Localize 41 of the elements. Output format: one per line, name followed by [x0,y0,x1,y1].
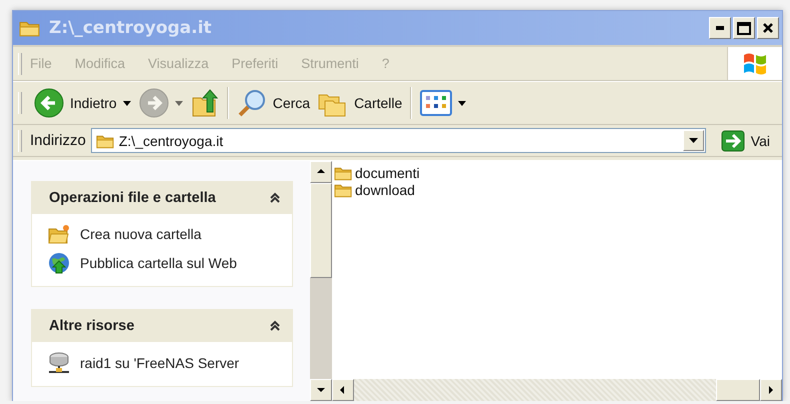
task-link[interactable]: Pubblica cartella sul Web [80,255,237,271]
panel-title: Altre risorse [49,318,134,334]
search-button[interactable]: Cerca [232,86,314,120]
folder-icon [334,182,353,198]
close-icon [762,22,774,34]
minimize-button[interactable] [709,17,731,39]
views-icon [420,90,452,116]
maximize-button[interactable] [733,17,755,39]
maximize-icon [737,22,751,34]
folder-icon [96,133,115,149]
folders-button[interactable]: Cartelle [314,86,406,120]
horizontal-scrollbar[interactable] [332,379,782,401]
network-drive-icon [47,352,71,374]
caret-icon [174,100,183,106]
address-label: Indirizzo [30,132,86,149]
go-button[interactable]: Vai [710,130,774,152]
folder-name[interactable]: download [355,182,415,198]
scrollbar-thumb[interactable] [310,183,332,278]
address-field[interactable]: Z:\_centroyoga.it [90,128,706,153]
task-link[interactable]: Crea nuova cartella [80,226,202,242]
collapse-chevron-icon[interactable] [269,191,281,204]
folder-up-icon [190,88,219,118]
new-folder-icon [48,224,70,244]
caret-icon [688,138,698,143]
minimize-icon [716,26,724,30]
window-title: Z:\_centroyoga.it [49,18,213,38]
collapse-chevron-icon[interactable] [269,319,281,332]
folder-icon [19,19,41,37]
windows-logo-icon [742,50,768,76]
scrollbar-thumb[interactable] [716,379,760,401]
vertical-scrollbar[interactable] [310,161,332,401]
back-button[interactable]: Indietro [30,86,135,120]
panel-title: Operazioni file e cartella [49,190,216,206]
folder-icon [334,165,353,181]
close-button[interactable] [757,17,779,39]
folder-name[interactable]: documenti [355,165,420,181]
dropdown-button[interactable] [682,130,704,151]
caret-icon [122,100,131,106]
caret-icon [458,100,466,106]
search-icon [236,88,267,118]
globe-icon [48,252,70,274]
